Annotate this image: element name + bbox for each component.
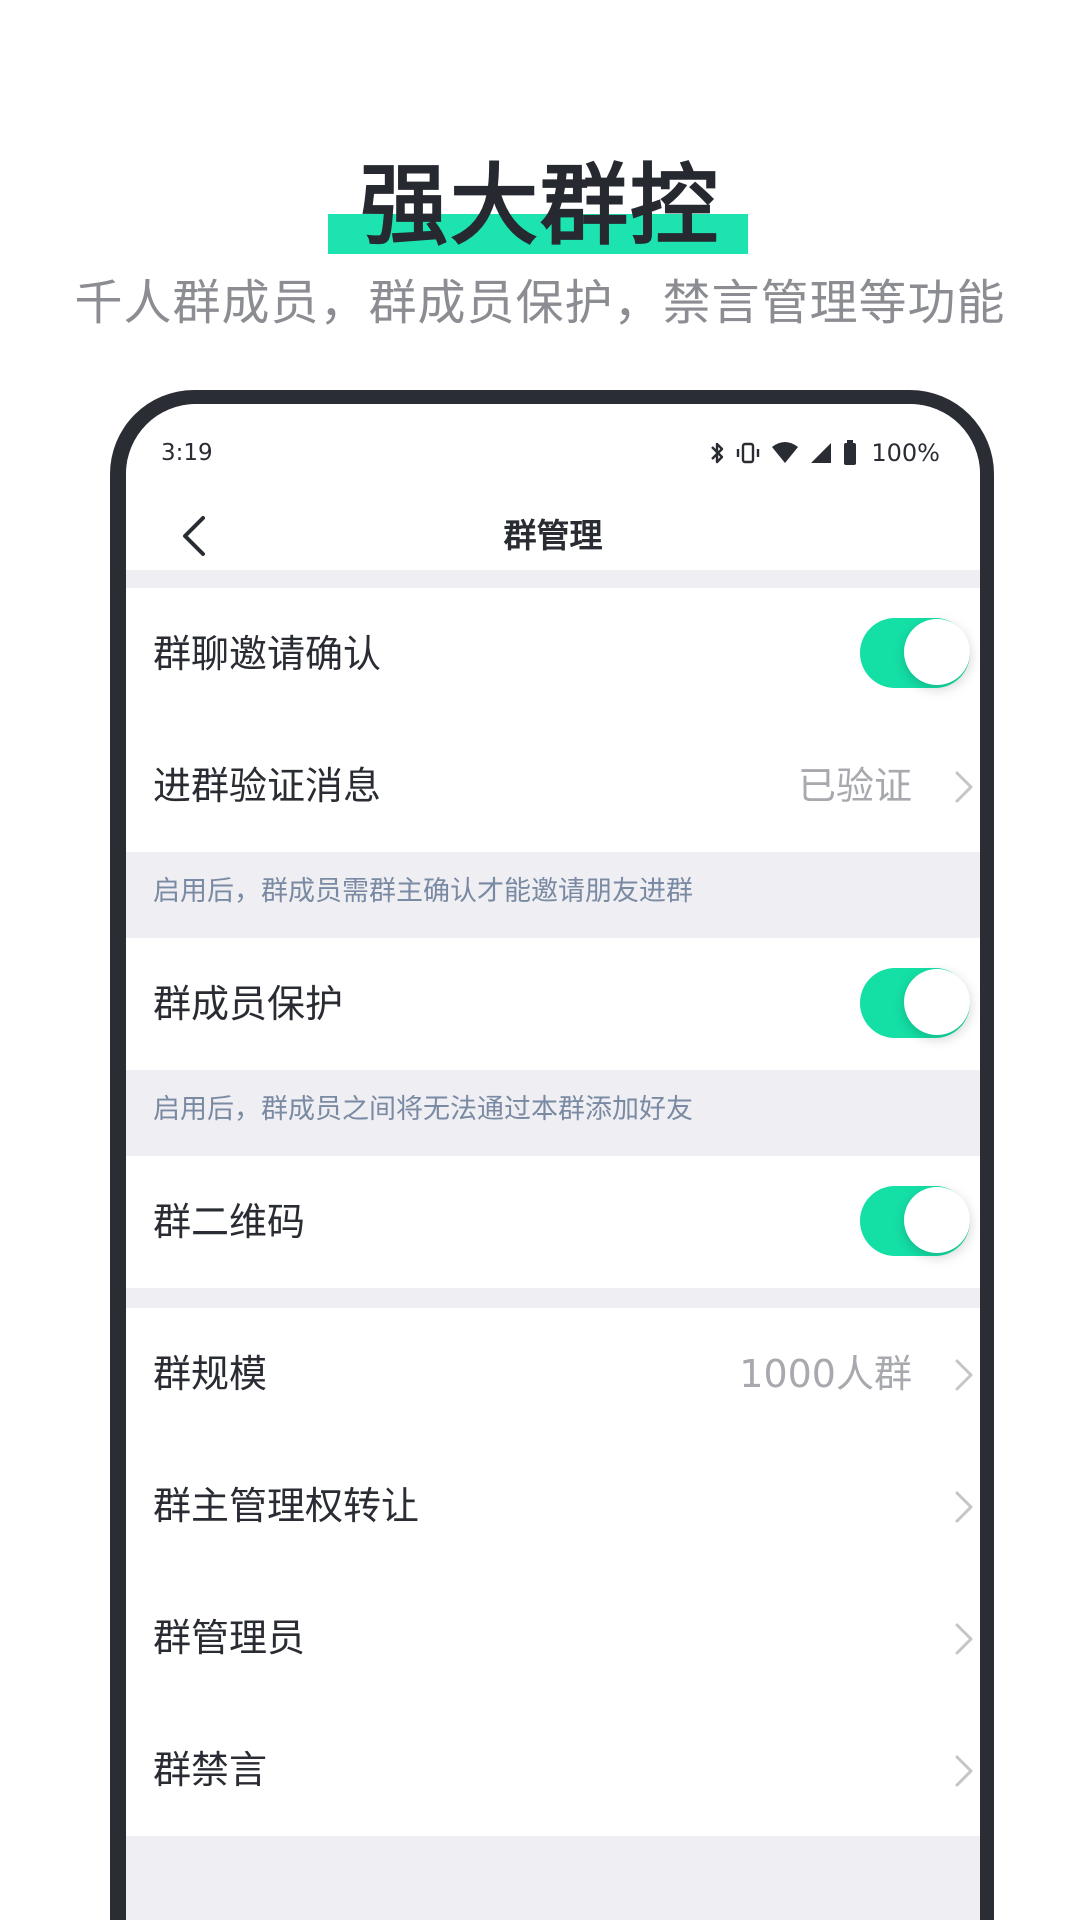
qr-code-toggle[interactable]: [860, 1186, 970, 1256]
chevron-right-icon: [955, 1755, 973, 1787]
row-join-verify[interactable]: 进群验证消息 已验证: [126, 720, 980, 852]
status-bar: 3:19 100%: [126, 404, 980, 504]
row-label: 群管理员: [153, 1616, 306, 1660]
row-member-protect: 群成员保护: [126, 938, 980, 1070]
page-title: 群管理: [503, 516, 603, 555]
toggle-knob: [904, 1187, 970, 1253]
nav-bar: 群管理: [126, 504, 980, 570]
row-transfer-owner[interactable]: 群主管理权转让: [126, 1440, 980, 1572]
toggle-knob: [904, 619, 970, 685]
row-group-size[interactable]: 群规模 1000人群: [126, 1308, 980, 1440]
invite-confirm-toggle[interactable]: [860, 618, 970, 688]
phone-screen: 3:19 100% 群管理 群聊邀请确认 进群验证消息 已验证 启用后，群成员需…: [126, 404, 980, 1920]
hint-member-protect: 启用后，群成员之间将无法通过本群添加好友: [153, 1094, 693, 1125]
row-label: 群主管理权转让: [153, 1484, 420, 1528]
chevron-right-icon: [955, 1623, 973, 1655]
row-label: 群规模: [153, 1352, 268, 1396]
battery-icon: [843, 440, 857, 466]
row-label: 进群验证消息: [153, 764, 382, 808]
wifi-icon: [771, 441, 799, 465]
row-qr-code: 群二维码: [126, 1156, 980, 1288]
row-value: 1000人群: [739, 1352, 912, 1396]
row-admins[interactable]: 群管理员: [126, 1572, 980, 1704]
row-label: 群成员保护: [153, 982, 344, 1026]
row-value: 已验证: [797, 764, 912, 808]
row-label: 群二维码: [153, 1200, 306, 1244]
promo-subtitle: 千人群成员，群成员保护，禁言管理等功能: [74, 275, 1006, 331]
row-mute[interactable]: 群禁言: [126, 1704, 980, 1836]
row-label: 群禁言: [153, 1748, 268, 1792]
member-protect-toggle[interactable]: [860, 968, 970, 1038]
toggle-knob: [904, 969, 970, 1035]
status-time: 3:19: [161, 440, 213, 466]
hint-invite-confirm: 启用后，群成员需群主确认才能邀请朋友进群: [153, 876, 693, 907]
chevron-right-icon: [955, 1491, 973, 1523]
promo-title: 强大群控: [359, 154, 720, 257]
promo-header: 强大群控: [0, 150, 1080, 260]
battery-percent: 100%: [871, 439, 940, 467]
row-label: 群聊邀请确认: [153, 632, 382, 676]
row-invite-confirm: 群聊邀请确认: [126, 588, 980, 720]
chevron-right-icon: [955, 1359, 973, 1391]
status-icons: 100%: [709, 438, 940, 468]
chevron-right-icon: [955, 771, 973, 803]
vibrate-icon: [735, 440, 761, 466]
bluetooth-icon: [709, 440, 725, 466]
signal-icon: [809, 441, 833, 465]
